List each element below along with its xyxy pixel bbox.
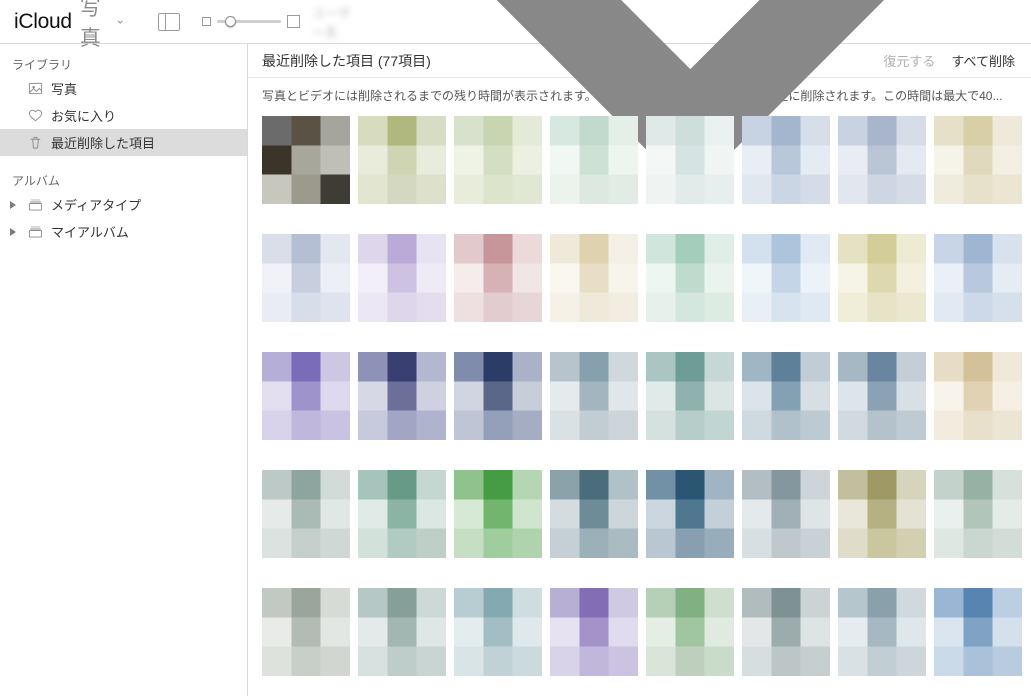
heart-icon (28, 108, 43, 123)
sidebar-item-label: 最近削除した項目 (51, 133, 155, 152)
toggle-sidebar-button[interactable] (158, 13, 180, 31)
sidebar-item-label: メディアタイプ (51, 195, 141, 214)
photo-grid (262, 116, 1031, 676)
photo-tile[interactable] (742, 234, 830, 322)
photo-tile[interactable] (934, 588, 1022, 676)
photo-tile[interactable] (646, 588, 734, 676)
photo-tile[interactable] (358, 234, 446, 322)
zoom-handle[interactable] (225, 16, 236, 27)
photo-tile[interactable] (550, 116, 638, 204)
photo-tile[interactable] (454, 470, 542, 558)
sidebar-item-label: 写真 (51, 79, 77, 98)
photo-tile[interactable] (262, 116, 350, 204)
photo-tile[interactable] (934, 234, 1022, 322)
zoom-slider[interactable] (202, 15, 300, 28)
sidebar-item-my-albums[interactable]: マイアルバム (0, 218, 247, 245)
photo-tile[interactable] (550, 234, 638, 322)
toolbar: iCloud 写真 ユーザー名 (0, 0, 1031, 44)
stack-icon (28, 224, 43, 239)
photos-icon (28, 81, 43, 96)
sidebar-item-favorites[interactable]: お気に入り (0, 102, 247, 129)
photo-tile[interactable] (262, 470, 350, 558)
sidebar-item-photos[interactable]: 写真 (0, 75, 247, 102)
photo-tile[interactable] (358, 470, 446, 558)
photo-tile[interactable] (838, 588, 926, 676)
disclosure-triangle-icon[interactable] (10, 201, 16, 209)
account-menu[interactable]: ユーザー名 (312, 3, 354, 41)
zoom-max-icon (287, 15, 300, 28)
photo-tile[interactable] (454, 588, 542, 676)
photo-tile[interactable] (454, 352, 542, 440)
photo-tile[interactable] (742, 352, 830, 440)
chevron-down-icon[interactable] (117, 17, 124, 27)
brand-section[interactable]: 写真 (80, 0, 108, 52)
disclosure-triangle-icon[interactable] (10, 228, 16, 236)
photo-tile[interactable] (838, 352, 926, 440)
photo-tile[interactable] (742, 116, 830, 204)
photo-tile[interactable] (646, 234, 734, 322)
account-name: ユーザー名 (312, 3, 354, 41)
photo-tile[interactable] (358, 116, 446, 204)
photo-tile[interactable] (742, 470, 830, 558)
sidebar-section-albums: アルバム (0, 168, 247, 191)
sidebar-item-label: お気に入り (51, 106, 116, 125)
stack-icon (28, 197, 43, 212)
photo-tile[interactable] (454, 234, 542, 322)
sidebar: ライブラリ 写真 お気に入り 最近削除した項目 アルバム (0, 44, 248, 696)
sidebar-item-media-types[interactable]: メディアタイプ (0, 191, 247, 218)
brand-title: iCloud (14, 10, 72, 34)
photo-tile[interactable] (742, 588, 830, 676)
photo-tile[interactable] (262, 588, 350, 676)
photo-tile[interactable] (934, 116, 1022, 204)
sidebar-section-library: ライブラリ (0, 52, 247, 75)
trash-icon (28, 135, 43, 150)
photo-tile[interactable] (262, 234, 350, 322)
photo-tile[interactable] (454, 116, 542, 204)
photo-tile[interactable] (262, 352, 350, 440)
toolbar-controls (158, 9, 300, 35)
photo-tile[interactable] (934, 352, 1022, 440)
photo-tile[interactable] (646, 470, 734, 558)
photo-tile[interactable] (838, 116, 926, 204)
photo-tile[interactable] (838, 234, 926, 322)
photo-tile[interactable] (550, 352, 638, 440)
photo-tile[interactable] (550, 470, 638, 558)
zoom-min-icon (202, 17, 211, 26)
photo-tile[interactable] (550, 588, 638, 676)
photo-tile[interactable] (934, 470, 1022, 558)
photo-tile[interactable] (646, 116, 734, 204)
photo-tile[interactable] (838, 470, 926, 558)
sidebar-item-label: マイアルバム (51, 222, 129, 241)
sidebar-item-recently-deleted[interactable]: 最近削除した項目 (0, 129, 247, 156)
zoom-track[interactable] (217, 20, 281, 23)
photo-tile[interactable] (358, 352, 446, 440)
photo-tile[interactable] (358, 588, 446, 676)
photo-tile[interactable] (646, 352, 734, 440)
